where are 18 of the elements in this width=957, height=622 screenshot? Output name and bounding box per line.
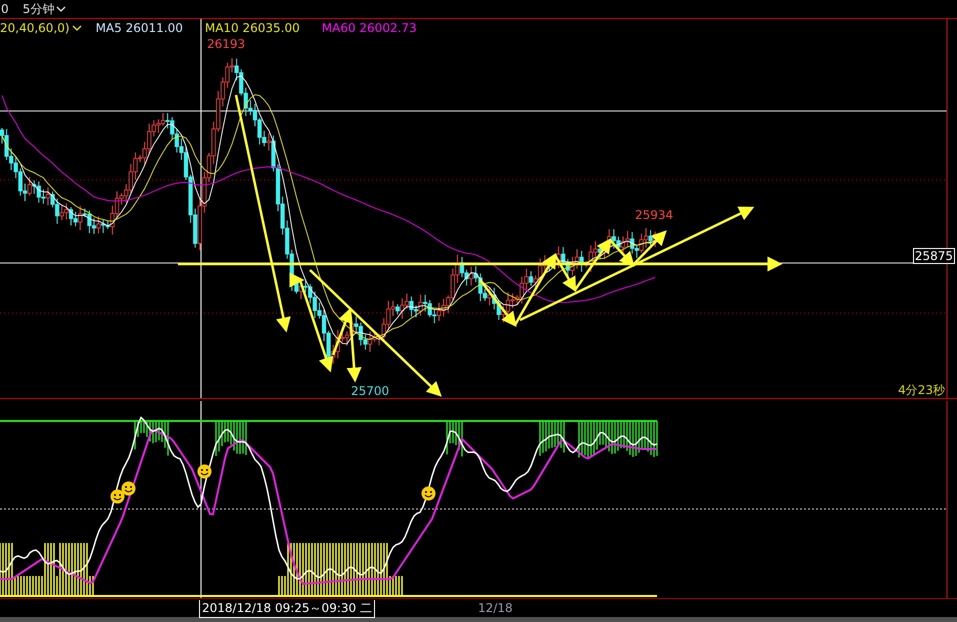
moving-average-label: MA5 26011.00 — [96, 20, 183, 34]
smiley-icon — [110, 489, 125, 504]
smiley-icon — [121, 481, 136, 496]
smiley-icon — [197, 464, 212, 479]
date-axis-label: 12/18 — [478, 601, 513, 615]
price-tag: 25875 — [912, 248, 955, 264]
chevron-down-icon[interactable] — [72, 24, 82, 32]
moving-average-label: MA10 26035.00 — [204, 20, 300, 34]
high-price-label: 26193 — [207, 37, 246, 51]
smiley-icon — [421, 486, 436, 501]
chevron-down-icon — [56, 5, 66, 13]
period-dropdown[interactable]: 5分钟 — [22, 0, 66, 18]
period-label: 0 — [1, 2, 9, 16]
indicator-params: 20,40,60,0) — [0, 20, 70, 34]
recent-high-label: 25934 — [635, 208, 674, 222]
low-price-label: 25700 — [351, 384, 390, 398]
moving-average-label: MA60 26002.73 — [322, 20, 417, 34]
countdown-label: 4分23秒 — [898, 382, 945, 399]
